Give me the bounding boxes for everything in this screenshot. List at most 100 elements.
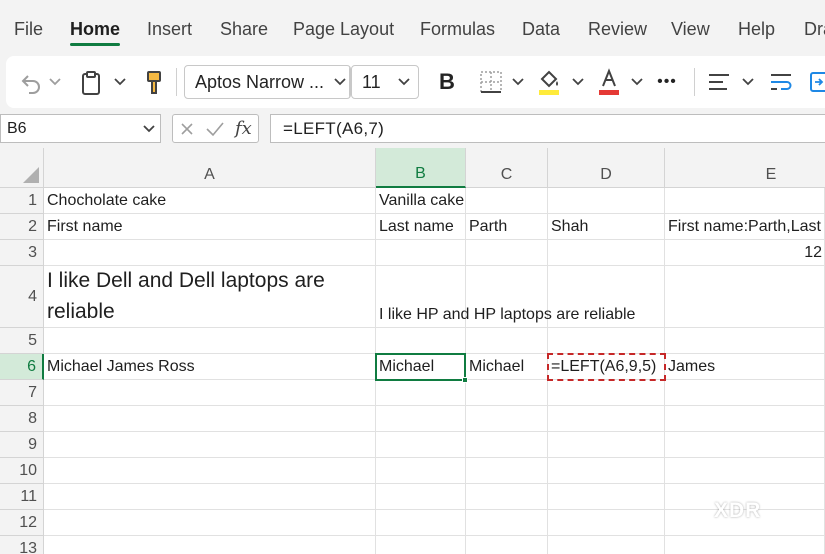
- cell-a2[interactable]: First name: [44, 214, 376, 240]
- name-box-chevron-icon[interactable]: [142, 124, 156, 134]
- insert-function-icon[interactable]: fx: [235, 118, 252, 139]
- tab-page-layout[interactable]: Page Layout: [293, 19, 394, 40]
- more-options-icon[interactable]: •••: [652, 70, 682, 94]
- paste-icon[interactable]: [78, 69, 104, 97]
- tab-insert[interactable]: Insert: [147, 19, 192, 40]
- grid-cell[interactable]: [665, 380, 825, 406]
- font-color-chevron-icon[interactable]: [629, 74, 645, 90]
- cell-b2[interactable]: Last name: [376, 214, 466, 240]
- grid-cell[interactable]: [466, 458, 548, 484]
- row-header-11[interactable]: 11: [0, 484, 44, 510]
- row-header-13[interactable]: 13: [0, 536, 44, 554]
- row-header-4[interactable]: 4: [0, 266, 44, 328]
- tab-formulas[interactable]: Formulas: [420, 19, 495, 40]
- grid-cell[interactable]: [376, 510, 466, 536]
- grid-cell[interactable]: [466, 406, 548, 432]
- grid-cell[interactable]: [548, 458, 665, 484]
- row-header-6[interactable]: 6: [0, 354, 44, 380]
- cell-a6[interactable]: Michael James Ross: [44, 354, 376, 380]
- column-header-e[interactable]: E: [665, 148, 825, 188]
- grid-cell[interactable]: [548, 432, 665, 458]
- grid-cell[interactable]: [44, 406, 376, 432]
- undo-icon[interactable]: [18, 70, 44, 96]
- select-all-corner[interactable]: [0, 148, 44, 188]
- confirm-icon[interactable]: [205, 121, 225, 137]
- row-header-8[interactable]: 8: [0, 406, 44, 432]
- fill-color-icon[interactable]: [536, 67, 562, 97]
- tab-data[interactable]: Data: [522, 19, 560, 40]
- row-header-5[interactable]: 5: [0, 328, 44, 354]
- grid-cell[interactable]: [466, 328, 548, 354]
- grid-cell[interactable]: [548, 406, 665, 432]
- cell-a4[interactable]: I like Dell and Dell laptops are reliabl…: [44, 266, 376, 328]
- grid-cell[interactable]: [665, 432, 825, 458]
- grid-cell[interactable]: [376, 484, 466, 510]
- merge-icon[interactable]: [808, 69, 825, 95]
- grid-cell[interactable]: [376, 432, 466, 458]
- font-size-chevron-icon[interactable]: [396, 74, 412, 90]
- font-name-dropdown[interactable]: Aptos Narrow ...: [184, 65, 351, 99]
- cell-e2[interactable]: First name:Parth,Last: [665, 214, 825, 240]
- tab-review[interactable]: Review: [588, 19, 647, 40]
- grid-cell[interactable]: [665, 536, 825, 554]
- grid-cell[interactable]: [44, 484, 376, 510]
- grid-cell[interactable]: [466, 510, 548, 536]
- grid-cell[interactable]: [376, 458, 466, 484]
- tab-help[interactable]: Help: [738, 19, 775, 40]
- grid-cell[interactable]: [665, 328, 825, 354]
- paste-dropdown-chevron-icon[interactable]: [112, 74, 128, 90]
- grid-cell[interactable]: [665, 266, 825, 328]
- row-header-2[interactable]: 2: [0, 214, 44, 240]
- grid-cell[interactable]: [548, 510, 665, 536]
- grid-cell[interactable]: [44, 510, 376, 536]
- grid-cell[interactable]: [548, 484, 665, 510]
- grid-cell[interactable]: [376, 380, 466, 406]
- grid-cell[interactable]: [376, 536, 466, 554]
- grid-cell[interactable]: [548, 536, 665, 554]
- column-header-a[interactable]: A: [44, 148, 376, 188]
- grid-cell[interactable]: [44, 380, 376, 406]
- fill-color-chevron-icon[interactable]: [570, 74, 586, 90]
- borders-chevron-icon[interactable]: [510, 74, 526, 90]
- formula-input[interactable]: =LEFT(A6,7): [270, 114, 825, 143]
- row-header-10[interactable]: 10: [0, 458, 44, 484]
- format-painter-icon[interactable]: [142, 69, 166, 97]
- name-box[interactable]: B6: [0, 114, 161, 143]
- cell-c2[interactable]: Parth: [466, 214, 548, 240]
- row-header-9[interactable]: 9: [0, 432, 44, 458]
- grid-cell[interactable]: [44, 328, 376, 354]
- tab-view[interactable]: View: [671, 19, 710, 40]
- cell-e6[interactable]: James: [665, 354, 825, 380]
- grid-cell[interactable]: [466, 240, 548, 266]
- column-header-b[interactable]: B: [376, 148, 466, 188]
- tab-share[interactable]: Share: [220, 19, 268, 40]
- column-header-d[interactable]: D: [548, 148, 665, 188]
- tab-draw[interactable]: Dra: [804, 19, 825, 40]
- cell-b1[interactable]: Vanilla cake: [376, 188, 466, 214]
- tab-home[interactable]: Home: [70, 19, 120, 40]
- grid-cell[interactable]: [44, 432, 376, 458]
- borders-icon[interactable]: [478, 69, 504, 95]
- grid-cell[interactable]: [548, 328, 665, 354]
- cell-c6[interactable]: Michael: [466, 354, 548, 380]
- grid-cell[interactable]: [466, 432, 548, 458]
- grid-cell[interactable]: [466, 188, 548, 214]
- tab-file[interactable]: File: [14, 19, 43, 40]
- grid-cell[interactable]: [665, 188, 825, 214]
- font-color-icon[interactable]: [596, 67, 622, 97]
- grid-cell[interactable]: [548, 240, 665, 266]
- grid-cell[interactable]: [548, 188, 665, 214]
- row-header-1[interactable]: 1: [0, 188, 44, 214]
- grid-cell[interactable]: [44, 240, 376, 266]
- cell-b4[interactable]: I like HP and HP laptops are reliable: [376, 266, 635, 328]
- grid-cell[interactable]: [376, 240, 466, 266]
- grid-cell[interactable]: [376, 328, 466, 354]
- align-chevron-icon[interactable]: [740, 74, 756, 90]
- cell-d2[interactable]: Shah: [548, 214, 665, 240]
- row-header-12[interactable]: 12: [0, 510, 44, 536]
- cancel-icon[interactable]: [179, 121, 195, 137]
- row-header-7[interactable]: 7: [0, 380, 44, 406]
- grid-cell[interactable]: [466, 484, 548, 510]
- grid-cell[interactable]: [466, 380, 548, 406]
- wrap-text-icon[interactable]: [768, 70, 794, 94]
